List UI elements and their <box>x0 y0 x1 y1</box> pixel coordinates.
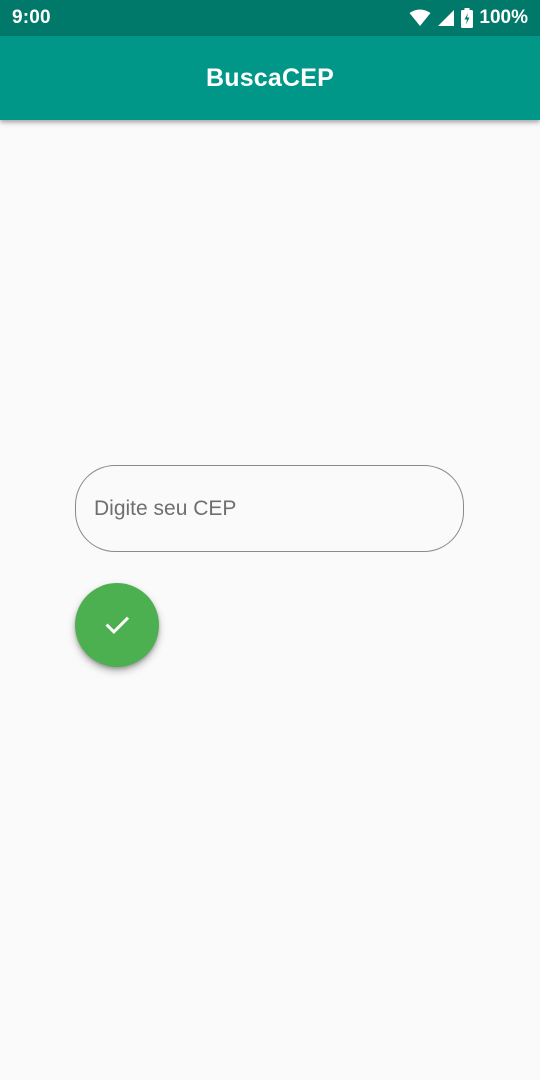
battery-charging-icon <box>461 8 474 28</box>
status-time: 9:00 <box>12 7 51 28</box>
main-content <box>0 120 540 1080</box>
submit-button[interactable] <box>75 583 159 667</box>
battery-percent: 100% <box>479 7 528 28</box>
signal-icon <box>437 9 455 27</box>
app-title: BuscaCEP <box>205 63 335 92</box>
app-bar: BuscaCEP <box>0 36 540 120</box>
status-bar: 9:00 100% <box>0 0 540 36</box>
cep-input[interactable] <box>75 465 464 552</box>
status-icons: 100% <box>409 7 528 29</box>
check-icon <box>102 610 132 640</box>
wifi-icon <box>409 9 431 27</box>
